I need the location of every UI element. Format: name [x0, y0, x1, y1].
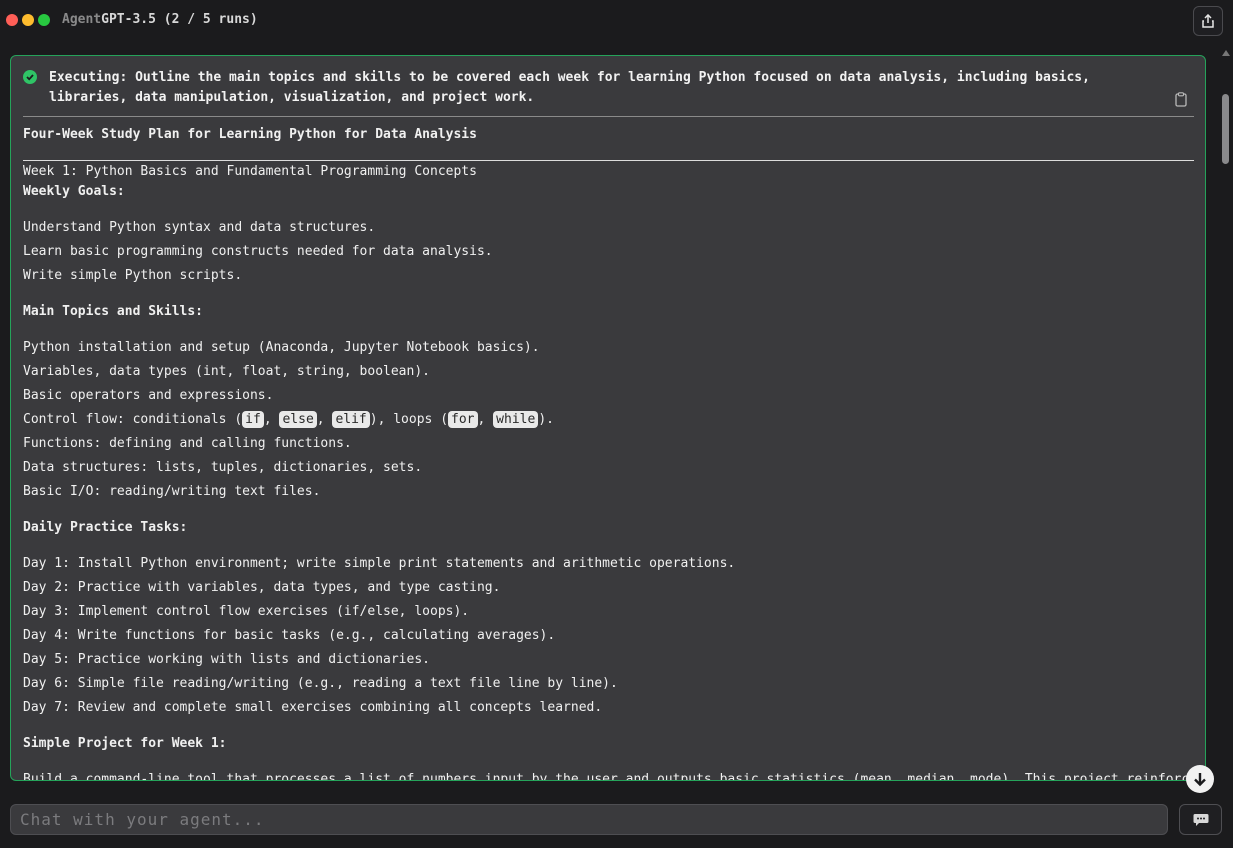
list-item: Day 4: Write functions for basic tasks (…: [23, 626, 555, 646]
week-title: Week 1: Python Basics and Fundamental Pr…: [23, 164, 477, 179]
list-item: Day 6: Simple file reading/writing (e.g.…: [23, 674, 618, 694]
list-item-control-flow: Control flow: conditionals (if, else, el…: [23, 410, 554, 430]
control-flow-text: Control flow: conditionals (: [23, 412, 243, 427]
control-flow-text: ).: [538, 412, 554, 427]
chat-bubble-icon: [1193, 813, 1208, 826]
close-window-dot[interactable]: [6, 14, 18, 26]
list-item-text: Basic operators and expressions.: [23, 388, 274, 403]
list-item: Variables, data types (int, float, strin…: [23, 362, 430, 382]
list-item: Learn basic programming constructs neede…: [23, 242, 493, 262]
arrow-down-icon: [1194, 773, 1206, 787]
list-item-text: Python installation and setup (Anaconda,…: [23, 340, 540, 355]
list-item: Day 2: Practice with variables, data typ…: [23, 578, 500, 598]
list-item-text: Day 4: Write functions for basic tasks (…: [23, 628, 556, 643]
bullet: [10, 347, 11, 350]
list-item-text: Day 2: Practice with variables, data typ…: [23, 580, 501, 595]
bullet: [10, 395, 11, 398]
list-item: Write simple Python scripts.: [23, 266, 242, 286]
topics-heading: Main Topics and Skills:: [23, 304, 204, 319]
share-icon: [1202, 14, 1214, 28]
chat-input[interactable]: [10, 804, 1168, 835]
list-item-text: Learn basic programming constructs neede…: [23, 244, 493, 259]
brand-name: Agent: [62, 12, 102, 27]
list-item-text: Day 5: Practice working with lists and d…: [23, 652, 430, 667]
bullet: [10, 467, 11, 470]
bullet: [10, 635, 11, 638]
bullet: [10, 443, 11, 446]
list-item: Day 7: Review and complete small exercis…: [23, 698, 602, 718]
separator: ,: [477, 412, 494, 427]
list-item-text: Variables, data types (int, float, strin…: [23, 364, 430, 379]
list-item: Day 3: Implement control flow exercises …: [23, 602, 469, 622]
bullet: [10, 491, 11, 494]
title-runs: GPT-3.5 (2 / 5 runs): [101, 12, 258, 27]
bullet: [10, 251, 11, 254]
list-item-text: Understand Python syntax and data struct…: [23, 220, 376, 235]
list-item: Basic I/O: reading/writing text files.: [23, 482, 320, 502]
plan-heading: Four-Week Study Plan for Learning Python…: [23, 127, 477, 142]
bullet: [10, 587, 11, 590]
minimize-window-dot[interactable]: [22, 14, 34, 26]
divider: [23, 116, 1194, 117]
maximize-window-dot[interactable]: [38, 14, 50, 26]
scroll-up-arrow-icon[interactable]: [1222, 50, 1230, 56]
list-item-text: Day 6: Simple file reading/writing (e.g.…: [23, 676, 618, 691]
bullet: [10, 419, 11, 422]
clipboard-icon: [1175, 92, 1187, 107]
agent-output-panel: Executing: Outline the main topics and s…: [10, 55, 1206, 781]
project-heading: Simple Project for Week 1:: [23, 736, 227, 751]
bullet: [10, 707, 11, 710]
project-text: Build a command-line tool that processes…: [23, 772, 1205, 781]
control-flow-text: ), loops (: [369, 412, 449, 427]
goals-heading: Weekly Goals:: [23, 184, 125, 199]
list-item-text: Day 3: Implement control flow exercises …: [23, 604, 470, 619]
executing-task-text: Executing: Outline the main topics and s…: [49, 70, 1090, 105]
code-while: while: [493, 411, 539, 428]
bullet: [10, 659, 11, 662]
window-title: AgentGPT-3.5 (2 / 5 runs): [62, 12, 258, 27]
list-item-text: Day 7: Review and complete small exercis…: [23, 700, 603, 715]
code-elif: elif: [332, 411, 370, 428]
separator: ,: [263, 412, 280, 427]
list-item-text: Data structures: lists, tuples, dictiona…: [23, 460, 423, 475]
scrollbar-thumb[interactable]: [1222, 94, 1229, 164]
daily-heading: Daily Practice Tasks:: [23, 520, 188, 535]
list-item-text: Day 1: Install Python environment; write…: [23, 556, 736, 571]
chat-bar: [0, 796, 1233, 848]
list-item-text: Write simple Python scripts.: [23, 268, 243, 283]
list-item-text: Basic I/O: reading/writing text files.: [23, 484, 321, 499]
list-item: Understand Python syntax and data struct…: [23, 218, 375, 238]
title-bar: AgentGPT-3.5 (2 / 5 runs): [0, 0, 1233, 44]
code-for: for: [448, 411, 478, 428]
list-item: Data structures: lists, tuples, dictiona…: [23, 458, 422, 478]
send-message-button[interactable]: [1179, 804, 1222, 835]
bullet: [10, 611, 11, 614]
code-else: else: [279, 411, 317, 428]
scrollbar[interactable]: [1220, 48, 1230, 778]
scroll-to-bottom-button[interactable]: [1186, 765, 1214, 793]
bullet: [10, 275, 11, 278]
copy-button[interactable]: [1175, 92, 1189, 110]
heading-divider: [23, 160, 1194, 161]
list-item: Day 5: Practice working with lists and d…: [23, 650, 430, 670]
list-item-text: Functions: defining and calling function…: [23, 436, 352, 451]
separator: ,: [316, 412, 333, 427]
bullet: [10, 371, 11, 374]
share-button[interactable]: [1193, 6, 1223, 36]
bullet: [10, 563, 11, 566]
list-item: Python installation and setup (Anaconda,…: [23, 338, 540, 358]
bullet: [10, 683, 11, 686]
check-circle-icon: [23, 70, 37, 84]
list-item: Basic operators and expressions.: [23, 386, 273, 406]
list-item: Functions: defining and calling function…: [23, 434, 352, 454]
list-item: Day 1: Install Python environment; write…: [23, 554, 735, 574]
code-if: if: [242, 411, 264, 428]
bullet: [10, 227, 11, 230]
